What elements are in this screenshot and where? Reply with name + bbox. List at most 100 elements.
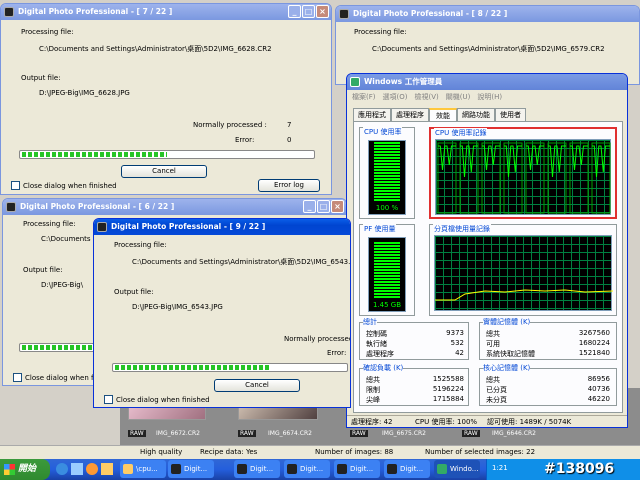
commit-label-peak: 尖峰 [366, 396, 380, 404]
raw-badge: RAW [350, 430, 368, 437]
cpu-history-graph [435, 139, 611, 215]
maximize-icon[interactable]: □ [317, 200, 330, 213]
cpu-core-usage-line [460, 145, 478, 178]
cancel-button[interactable]: Cancel [214, 379, 300, 392]
start-label: 開始 [18, 464, 37, 474]
pf-meter-bar [374, 242, 400, 299]
cancel-button[interactable]: Cancel [121, 165, 207, 178]
thumbnail-label: IMG_6672.CR2 [156, 430, 200, 437]
error-value: 0 [287, 136, 292, 144]
tab-processes[interactable]: 處理程序 [391, 108, 429, 121]
cpu-core-usage-line [504, 145, 522, 178]
menu-help[interactable]: 說明(H) [477, 91, 502, 104]
cpu-core-usage-line [526, 145, 544, 171]
close-when-finished-checkbox[interactable] [11, 181, 20, 190]
output-path: D:\JPEG-Big\ [41, 281, 84, 289]
physical-value-total: 3267560 [578, 329, 610, 337]
error-log-button[interactable]: Error log [258, 179, 320, 192]
taskmgr-status-bar: 處理程序: 42 CPU 使用率: 100% 認可使用: 1489K / 507… [347, 415, 627, 427]
menu-bar: 檔案(F) 選項(O) 檢視(V) 關機(U) 說明(H) [347, 91, 627, 104]
taskbar-item-dpp[interactable]: Digit... [168, 460, 214, 478]
processing-label: Processing file: [114, 241, 167, 249]
tab-applications[interactable]: 應用程式 [353, 108, 391, 121]
output-path: D:\JPEG-Big\IMG_6628.JPG [39, 89, 130, 97]
taskmgr-titlebar: Windows 工作管理員 [347, 74, 627, 90]
maximize-icon[interactable]: □ [302, 5, 315, 18]
taskbar-item-label: Digit... [300, 465, 324, 473]
taskbar-item-dpp[interactable]: Digit... [384, 460, 430, 478]
image-count-status: Number of images: 88 [315, 448, 394, 456]
dialog-titlebar: Digital Photo Professional - [ 8 / 22 ] [336, 6, 639, 22]
kernel-value-nonpaged: 46220 [587, 395, 610, 403]
cpu-core-usage-line [592, 145, 610, 178]
status-cpu: CPU 使用率: 100% [415, 418, 478, 426]
taskmgr-app-icon [437, 464, 447, 474]
kernel-label-total: 總共 [486, 376, 500, 384]
pf-usage-group: PF 使用量 1.45 GB [359, 224, 415, 316]
commit-label-total: 總共 [366, 376, 380, 384]
thumbnail-label: IMG_6674.CR2 [268, 430, 312, 437]
totals-value-processes: 42 [455, 349, 464, 357]
desktop-icon[interactable] [71, 463, 83, 475]
taskbar: 開始 \cpu... Digit... Digit... Digit... Di… [0, 459, 640, 480]
normally-processed-label: Normally processed : [284, 335, 351, 343]
dialog-title: Digital Photo Professional - [ 7 / 22 ] [18, 7, 173, 16]
dialog-titlebar: Digital Photo Professional - [ 6 / 22 ] … [3, 199, 346, 215]
processing-path: C:\Documents and Settings\Administrator\… [132, 258, 351, 266]
cpu-history-label: CPU 使用率記錄 [434, 128, 488, 138]
menu-options[interactable]: 選項(O) [383, 91, 408, 104]
taskbar-item-cpu[interactable]: \cpu... [120, 460, 166, 478]
kernel-label-nonpaged: 未分頁 [486, 396, 507, 404]
taskbar-item-dpp[interactable]: Digit... [284, 460, 330, 478]
folder-icon[interactable] [101, 463, 113, 475]
progress-bar [19, 343, 99, 352]
progress-fill [115, 365, 272, 370]
quick-launch [56, 463, 113, 475]
dpp-app-icon [4, 7, 14, 17]
media-icon[interactable] [86, 463, 98, 475]
status-commit: 認可使用: 1489K / 5074K [487, 418, 572, 426]
close-when-finished-checkbox[interactable] [13, 373, 22, 382]
pf-history-label: 分頁檔使用量記錄 [433, 224, 491, 234]
cpu-history-group: CPU 使用率記錄 [429, 127, 617, 219]
close-icon[interactable]: × [316, 5, 329, 18]
cpu-usage-value: 100 % [375, 204, 399, 212]
close-icon[interactable]: × [331, 200, 344, 213]
normally-processed-label: Normally processed : [193, 121, 267, 129]
minimize-icon[interactable]: _ [288, 5, 301, 18]
cpu-core-usage-line [570, 145, 588, 171]
dpp-app-icon [237, 464, 247, 474]
error-label: Error: [327, 349, 347, 357]
menu-view[interactable]: 檢視(V) [414, 91, 438, 104]
tab-networking[interactable]: 網路功能 [457, 108, 495, 121]
quality-status: High quality [140, 448, 183, 456]
output-label: Output file: [21, 74, 61, 82]
close-when-finished-checkbox[interactable] [104, 395, 113, 404]
cpu-usage-meter: 100 % [368, 140, 406, 215]
progress-bar [19, 150, 315, 159]
minimize-icon[interactable]: _ [303, 200, 316, 213]
taskbar-item-dpp[interactable]: Digit... [234, 460, 280, 478]
commit-value-limit: 5196224 [432, 385, 464, 393]
commit-value-total: 1525588 [432, 375, 464, 383]
close-when-finished-label: Close dialog when finished [116, 396, 210, 404]
menu-file[interactable]: 檔案(F) [352, 91, 376, 104]
physical-value-cache: 1521840 [578, 349, 610, 357]
taskbar-item-label: Digit... [184, 465, 208, 473]
output-label: Output file: [23, 266, 63, 274]
taskbar-item-dpp[interactable]: Digit... [334, 460, 380, 478]
ie-icon[interactable] [56, 463, 68, 475]
totals-label-handles: 控制碼 [366, 330, 387, 338]
menu-shutdown[interactable]: 關機(U) [446, 91, 471, 104]
close-when-finished-label: Close dialog when finished [23, 182, 117, 190]
error-label: Error: [235, 136, 255, 144]
start-button[interactable]: 開始 [0, 459, 50, 480]
raw-badge: RAW [238, 430, 256, 437]
commit-label-limit: 限制 [366, 386, 380, 394]
taskbar-item-taskmgr[interactable]: Windo... [434, 460, 480, 478]
dialog-titlebar: Digital Photo Professional - [ 9 / 22 ] [94, 219, 350, 235]
tab-performance[interactable]: 效能 [429, 108, 457, 121]
tab-users[interactable]: 使用者 [495, 108, 526, 121]
progress-fill [22, 152, 167, 157]
output-path: D:\JPEG-Big\IMG_6543.JPG [132, 303, 223, 311]
